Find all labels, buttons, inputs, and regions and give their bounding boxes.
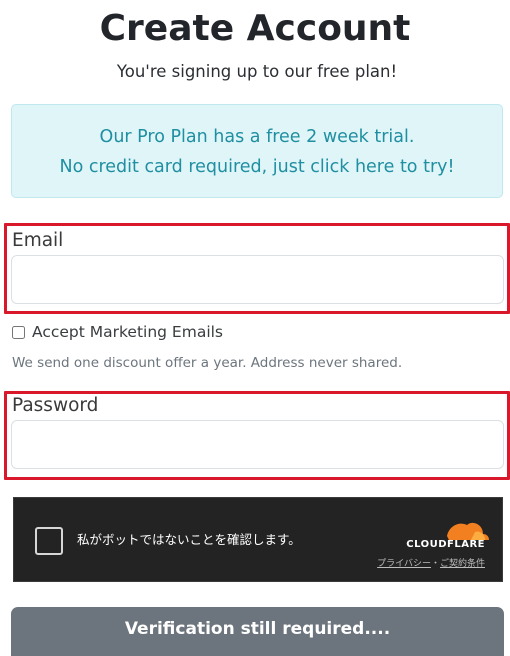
captcha-checkbox[interactable]	[35, 527, 63, 555]
privacy-link[interactable]: プライバシー	[377, 559, 431, 569]
promo-line-2: No credit card required, just click here…	[59, 157, 455, 177]
email-input[interactable]	[11, 255, 504, 304]
cloudflare-brand: CLOUDFLARE	[406, 539, 485, 550]
email-label: Email	[12, 230, 64, 251]
terms-link[interactable]: ご契約条件	[440, 559, 485, 569]
marketing-hint: We send one discount offer a year. Addre…	[12, 355, 403, 371]
marketing-opt-in[interactable]: Accept Marketing Emails	[12, 321, 223, 343]
captcha-links: プライバシー・ご契約条件	[354, 556, 485, 569]
link-separator: ・	[430, 559, 440, 569]
marketing-label: Accept Marketing Emails	[32, 323, 224, 341]
page-title: Create Account	[99, 8, 411, 49]
password-label: Password	[12, 395, 99, 416]
marketing-checkbox[interactable]	[12, 325, 25, 339]
promo-line-1: Our Pro Plan has a free 2 week trial.	[99, 127, 415, 147]
cloudflare-captcha-widget: 私がボットではないことを確認します。 CLOUDFLARE プライバシー・ご契約…	[13, 497, 503, 582]
pro-plan-trial-banner[interactable]: Our Pro Plan has a free 2 week trial. No…	[11, 104, 503, 198]
page-subtitle: You're signing up to our free plan!	[116, 62, 398, 81]
password-input[interactable]	[11, 420, 504, 469]
captcha-label: 私がボットではないことを確認します。	[77, 532, 301, 547]
submit-button[interactable]: Verification still required....	[11, 607, 504, 656]
